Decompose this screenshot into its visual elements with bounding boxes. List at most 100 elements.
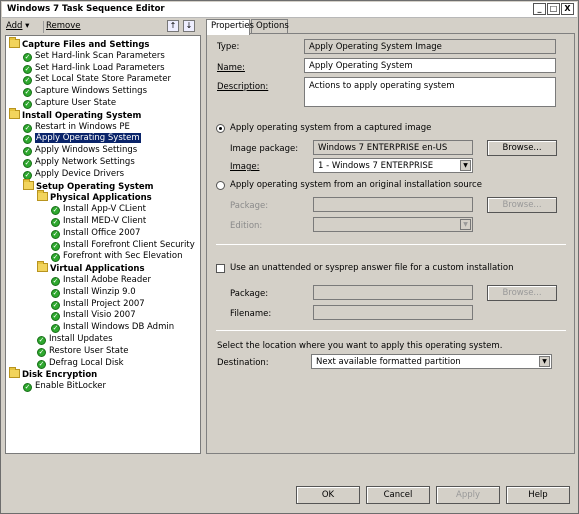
browse-answer-file-button: Browse...	[487, 285, 557, 301]
checkmark-icon: ✓	[23, 88, 32, 98]
toolbar: Add ▾ Remove ↑ ↓	[4, 20, 200, 34]
tree-item-label: Apply Network Settings	[35, 157, 135, 167]
help-button[interactable]: Help	[506, 486, 570, 504]
remove-button[interactable]: Remove	[46, 21, 81, 31]
close-button[interactable]: X	[561, 3, 574, 15]
checkmark-icon: ✓	[37, 347, 46, 357]
unattend-checkbox[interactable]	[216, 264, 225, 273]
tree-step[interactable]: ✓ Install Forefront Client Security	[51, 240, 195, 251]
destination-dropdown[interactable]: Next available formatted partition ▼	[311, 354, 552, 369]
destination-label: Destination:	[217, 358, 269, 368]
folder-icon	[9, 367, 20, 379]
tab-properties[interactable]: Properties	[206, 19, 254, 35]
filename-field	[313, 305, 473, 320]
tree-step[interactable]: ✓ Apply Operating System	[23, 133, 141, 145]
folder-icon	[9, 37, 20, 48]
task-sequence-editor-window: Windows 7 Task Sequence Editor _ □ X Add…	[0, 0, 579, 514]
tree-step[interactable]: ✓ Enable BitLocker	[23, 381, 106, 393]
checkmark-icon: ✓	[37, 336, 46, 345]
ok-button[interactable]: OK	[296, 486, 360, 504]
tree-item-label: Defrag Local Disk	[49, 357, 124, 368]
edition-dropdown-disabled: ▼	[313, 217, 473, 232]
tree-step[interactable]: ✓ Install MED-V Client	[51, 216, 146, 227]
tree-item-label: Install Project 2007	[63, 298, 145, 309]
tree-item-label: Install Operating System	[22, 110, 142, 121]
move-down-icon[interactable]: ↓	[183, 20, 195, 32]
name-field[interactable]: Apply Operating System	[304, 58, 556, 73]
folder-icon	[23, 178, 34, 190]
tree-step[interactable]: ✓ Apply Network Settings	[23, 157, 135, 168]
tree-step[interactable]: ✓ Install Adobe Reader	[51, 275, 151, 286]
tree-step[interactable]: ✓ Install Windows DB Admin	[51, 322, 174, 334]
cancel-button[interactable]: Cancel	[366, 486, 430, 504]
tree-step[interactable]: ✓ Install Updates	[37, 334, 113, 345]
dialog-button-bar: OK Cancel Apply Help	[4, 457, 577, 512]
package-field-disabled	[313, 197, 473, 212]
captured-image-label: Apply operating system from a captured i…	[230, 123, 432, 133]
tree-step[interactable]: ✓ Capture User State	[23, 98, 116, 109]
tree-item-label: Apply Windows Settings	[35, 145, 138, 156]
tree-step[interactable]: ✓ Restore User State	[37, 346, 129, 357]
add-menu-button[interactable]: Add ▾	[6, 21, 29, 31]
destination-value: Next available formatted partition	[316, 357, 461, 367]
tree-step[interactable]: ✓ Set Hard-link Load Parameters	[23, 63, 165, 74]
toolbar-separator	[43, 21, 44, 33]
tree-item-label: Virtual Applications	[50, 264, 145, 275]
tree-step[interactable]: ✓ Restart in Windows PE	[23, 122, 130, 133]
checkmark-icon: ✓	[23, 147, 32, 157]
image-dropdown-value: 1 - Windows 7 ENTERPRISE	[318, 161, 434, 171]
tree-step[interactable]: ✓ Defrag Local Disk	[37, 358, 124, 369]
window-title: Windows 7 Task Sequence Editor	[7, 4, 165, 14]
original-source-label: Apply operating system from an original …	[230, 180, 482, 190]
maximize-button[interactable]: □	[547, 3, 560, 15]
checkmark-icon: ✓	[23, 135, 32, 145]
package-label: Package:	[230, 201, 269, 211]
move-up-icon[interactable]: ↑	[167, 20, 179, 32]
checkmark-icon: ✓	[51, 241, 60, 251]
tree-step[interactable]: ✓ Set Local State Store Parameter	[23, 74, 171, 86]
checkmark-icon: ✓	[51, 218, 60, 227]
tree-step[interactable]: ✓ Install App-V CLient	[51, 204, 146, 216]
tree-group[interactable]: Virtual Applications	[37, 261, 145, 275]
browse-image-package-button[interactable]: Browse...	[487, 140, 557, 156]
image-dropdown[interactable]: 1 - Windows 7 ENTERPRISE ▼	[313, 158, 473, 173]
tree-step[interactable]: ✓ Set Hard-link Scan Parameters	[23, 51, 165, 62]
tree-step[interactable]: ✓ Capture Windows Settings	[23, 86, 148, 98]
checkmark-icon: ✓	[23, 159, 32, 168]
tab-options[interactable]: Options	[251, 19, 289, 34]
description-field[interactable]: Actions to apply operating system	[304, 77, 556, 107]
tree-step[interactable]: ✓ Apply Device Drivers	[23, 169, 124, 180]
tree-item-label: Restore User State	[49, 345, 129, 356]
checkmark-icon: ✓	[23, 52, 32, 62]
tree-step[interactable]: ✓ Forefront with Sec Elevation	[51, 251, 183, 263]
tree-group[interactable]: Capture Files and Settings	[9, 37, 149, 50]
tree-item-label: Set Hard-link Scan Parameters	[35, 50, 165, 61]
tree-step[interactable]: ✓ Install Office 2007	[51, 228, 140, 239]
divider	[216, 330, 566, 331]
checkmark-icon: ✓	[37, 359, 46, 369]
tree-item-label: Install Adobe Reader	[63, 275, 151, 285]
minimize-button[interactable]: _	[533, 3, 546, 15]
tree-item-label: Capture Windows Settings	[35, 86, 148, 97]
location-instruction: Select the location where you want to ap…	[217, 341, 503, 351]
tree-item-label: Set Local State Store Parameter	[35, 74, 171, 85]
tree-step[interactable]: ✓ Apply Windows Settings	[23, 145, 138, 157]
tree-item-label: Disk Encryption	[22, 370, 98, 381]
checkmark-icon: ✓	[23, 100, 32, 109]
tree-step[interactable]: ✓ Install Winzip 9.0	[51, 287, 136, 298]
tree-group[interactable]: Install Operating System	[9, 107, 142, 121]
apply-button: Apply	[436, 486, 500, 504]
original-source-radio[interactable]	[216, 181, 225, 190]
chevron-down-icon: ▼	[460, 219, 471, 230]
image-package-value: Windows 7 ENTERPRISE en-US	[313, 140, 473, 155]
tree-group[interactable]: Physical Applications	[37, 190, 152, 203]
captured-image-radio[interactable]	[216, 124, 225, 133]
tree-item-label: Forefront with Sec Elevation	[63, 251, 183, 262]
edition-label: Edition:	[230, 221, 263, 231]
task-sequence-tree[interactable]: Capture Files and Settings ✓ Set Hard-link…	[5, 35, 201, 454]
tree-item-label: Apply Device Drivers	[35, 168, 125, 179]
tree-group[interactable]: Disk Encryption	[9, 367, 98, 381]
checkmark-icon: ✓	[23, 383, 32, 393]
tree-step[interactable]: ✓ Install Visio 2007	[51, 310, 136, 322]
tree-step[interactable]: ✓ Install Project 2007	[51, 299, 145, 310]
